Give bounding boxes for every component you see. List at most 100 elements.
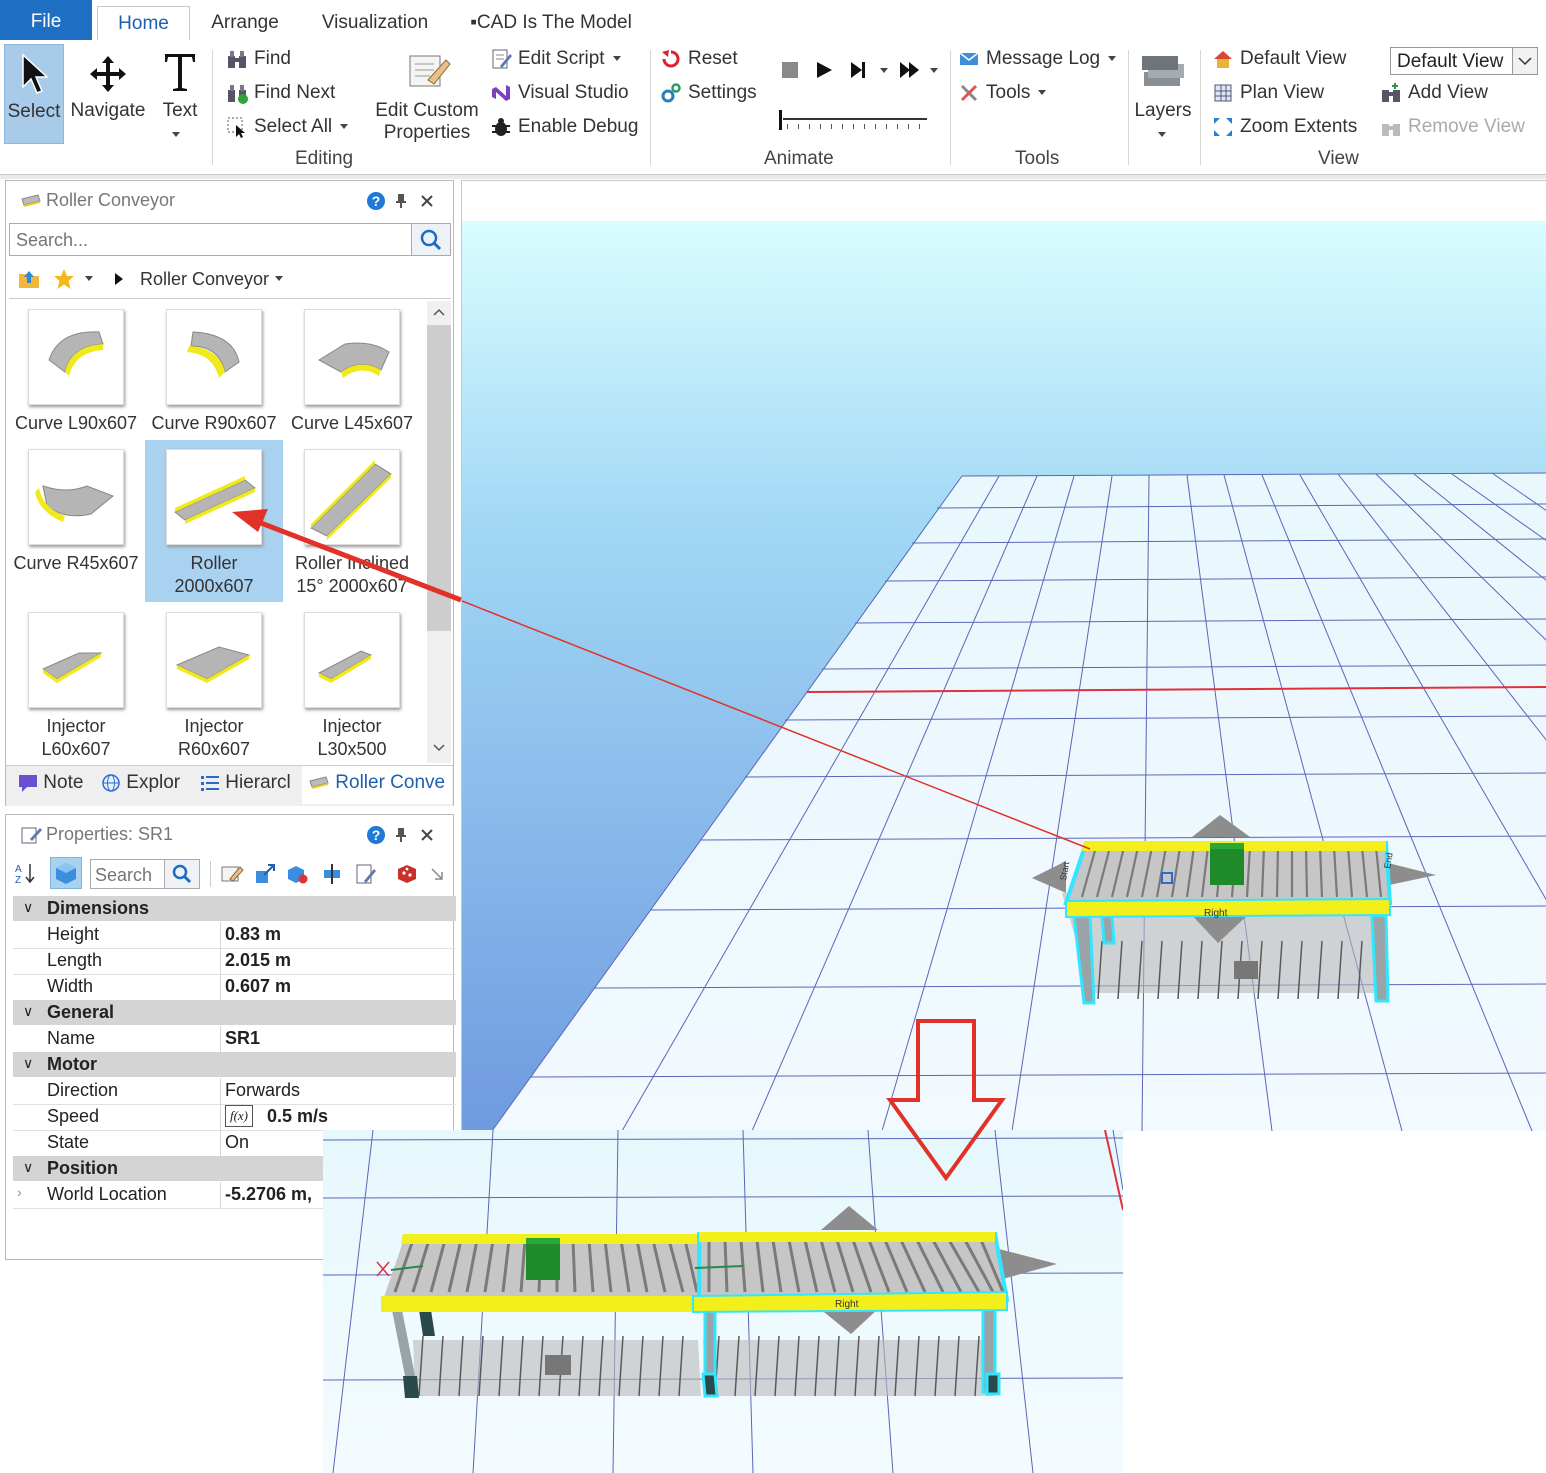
tab-visualization[interactable]: Visualization — [316, 6, 434, 40]
sort-az-icon[interactable]: AZ — [14, 861, 38, 885]
tab-hierarchy[interactable]: Hierarcl — [200, 772, 291, 794]
property-height[interactable]: Height 0.83 m — [13, 922, 456, 949]
text-tool-button[interactable]: Text — [152, 44, 208, 144]
find-button[interactable]: Find — [226, 44, 291, 74]
catalog-item-injector-l30[interactable] — [304, 612, 400, 708]
catalog-item-roller-2000[interactable] — [166, 449, 262, 545]
function-fx-icon[interactable]: f(x) — [225, 1105, 253, 1127]
enable-debug-button[interactable]: Enable Debug — [490, 112, 638, 142]
cube-delete-icon[interactable] — [286, 863, 310, 885]
close-icon[interactable] — [420, 828, 434, 842]
chevron-down-icon[interactable]: ∨ — [23, 1003, 33, 1020]
visual-studio-button[interactable]: Visual Studio — [490, 78, 629, 108]
categorized-view-button[interactable] — [50, 857, 82, 889]
pin-icon[interactable] — [394, 827, 408, 843]
state-value[interactable]: On — [225, 1132, 249, 1153]
length-value[interactable]: 2.015 m — [225, 950, 291, 971]
chevron-down-icon[interactable] — [85, 276, 93, 281]
catalog-item-curve-l90[interactable] — [28, 309, 124, 405]
search-button[interactable] — [164, 860, 199, 888]
catalog-item-injector-l60[interactable] — [28, 612, 124, 708]
folder-up-icon[interactable] — [17, 268, 41, 290]
chevron-down-icon[interactable] — [275, 276, 283, 281]
scrollbar-thumb[interactable] — [427, 325, 451, 631]
search-button[interactable] — [411, 224, 450, 255]
find-next-button[interactable]: Find Next — [226, 78, 335, 108]
expand-panel-icon[interactable] — [430, 867, 444, 881]
tools-button[interactable]: Tools — [958, 78, 1047, 108]
step-icon[interactable] — [848, 60, 868, 80]
chevron-down-icon[interactable]: ∨ — [23, 1055, 33, 1072]
close-icon[interactable] — [420, 194, 434, 208]
zoom-extents-button[interactable]: Zoom Extents — [1212, 112, 1357, 142]
catalog-item-curve-r45[interactable] — [28, 449, 124, 545]
catalog-search-input[interactable] — [10, 224, 418, 257]
chevron-down-icon[interactable] — [1512, 48, 1537, 74]
conveyor-sr1[interactable]: Right Start End — [1022, 815, 1438, 1005]
align-icon[interactable] — [320, 863, 344, 885]
add-view-button[interactable]: Add View — [1380, 78, 1488, 108]
catalog-item-roller-inclined[interactable] — [304, 449, 400, 545]
properties-search-input[interactable] — [91, 860, 169, 890]
property-world-location[interactable]: › World Location -5.2706 m, — [13, 1182, 323, 1209]
property-speed[interactable]: Speed f(x) 0.5 m/s — [13, 1104, 456, 1131]
edit-script-button[interactable]: Edit Script — [490, 44, 621, 74]
tab-explorer[interactable]: Explor — [101, 772, 180, 794]
star-icon[interactable] — [53, 268, 75, 290]
navigate-button[interactable]: Navigate — [66, 44, 150, 144]
chevron-down-icon[interactable] — [880, 68, 888, 73]
script-icon[interactable] — [354, 863, 378, 885]
reset-button[interactable]: Reset — [660, 44, 738, 74]
height-value[interactable]: 0.83 m — [225, 924, 281, 945]
chevron-up-icon[interactable] — [432, 307, 446, 317]
name-value[interactable]: SR1 — [225, 1028, 260, 1049]
category-motor[interactable]: ∨ Motor — [13, 1052, 456, 1077]
tab-roller-conveyor[interactable]: Roller Conve — [308, 772, 445, 794]
select-button[interactable]: Select — [4, 44, 64, 144]
breadcrumb-label[interactable]: Roller Conveyor — [140, 269, 269, 290]
chevron-right-icon[interactable]: › — [17, 1184, 22, 1200]
chevron-down-icon[interactable]: ∨ — [23, 899, 33, 916]
tab-note[interactable]: Note — [18, 772, 83, 794]
chevron-down-icon[interactable] — [432, 743, 446, 753]
pin-icon[interactable] — [394, 193, 408, 209]
tab-cad-is-the-model[interactable]: ▪CAD Is The Model — [466, 6, 636, 40]
plan-view-button[interactable]: Plan View — [1212, 78, 1324, 108]
property-name[interactable]: Name SR1 — [13, 1026, 456, 1053]
settings-button[interactable]: Settings — [660, 78, 757, 108]
animation-speed-slider[interactable] — [779, 110, 929, 132]
chevron-down-icon[interactable]: ∨ — [23, 1159, 33, 1176]
property-state[interactable]: State On — [13, 1130, 323, 1157]
help-icon[interactable]: ? — [366, 191, 386, 211]
world-location-value[interactable]: -5.2706 m, — [225, 1184, 312, 1205]
message-log-button[interactable]: Message Log — [958, 44, 1117, 74]
tab-home[interactable]: Home — [97, 6, 190, 41]
chevron-down-icon[interactable] — [930, 68, 938, 73]
dice-icon[interactable] — [396, 863, 418, 885]
speed-value[interactable]: 0.5 m/s — [267, 1106, 328, 1127]
export-icon[interactable] — [254, 863, 276, 885]
slider-thumb[interactable] — [779, 110, 782, 130]
fast-forward-icon[interactable] — [898, 60, 922, 80]
default-view-button[interactable]: Default View — [1212, 44, 1346, 74]
play-icon[interactable] — [814, 60, 834, 80]
category-general[interactable]: ∨ General — [13, 1000, 456, 1025]
layers-button[interactable]: Layers — [1132, 44, 1194, 144]
category-dimensions[interactable]: ∨ Dimensions — [13, 896, 456, 921]
remove-view-button[interactable]: Remove View — [1380, 112, 1525, 142]
stop-icon[interactable] — [782, 62, 798, 78]
edit-custom-icon[interactable] — [220, 863, 244, 885]
catalog-item-curve-l45[interactable] — [304, 309, 400, 405]
direction-value[interactable]: Forwards — [225, 1080, 300, 1101]
property-length[interactable]: Length 2.015 m — [13, 948, 456, 975]
tab-file[interactable]: File — [0, 0, 92, 40]
select-all-button[interactable]: Select All — [226, 112, 349, 142]
viewport-3d[interactable]: Right Start End — [461, 180, 1546, 1131]
catalog-item-injector-r60[interactable] — [166, 612, 262, 708]
catalog-scrollbar[interactable] — [427, 301, 451, 763]
view-select[interactable]: Default View — [1390, 47, 1538, 75]
tab-arrange[interactable]: Arrange — [205, 6, 285, 40]
help-icon[interactable]: ? — [366, 825, 386, 845]
width-value[interactable]: 0.607 m — [225, 976, 291, 997]
property-width[interactable]: Width 0.607 m — [13, 974, 456, 1001]
